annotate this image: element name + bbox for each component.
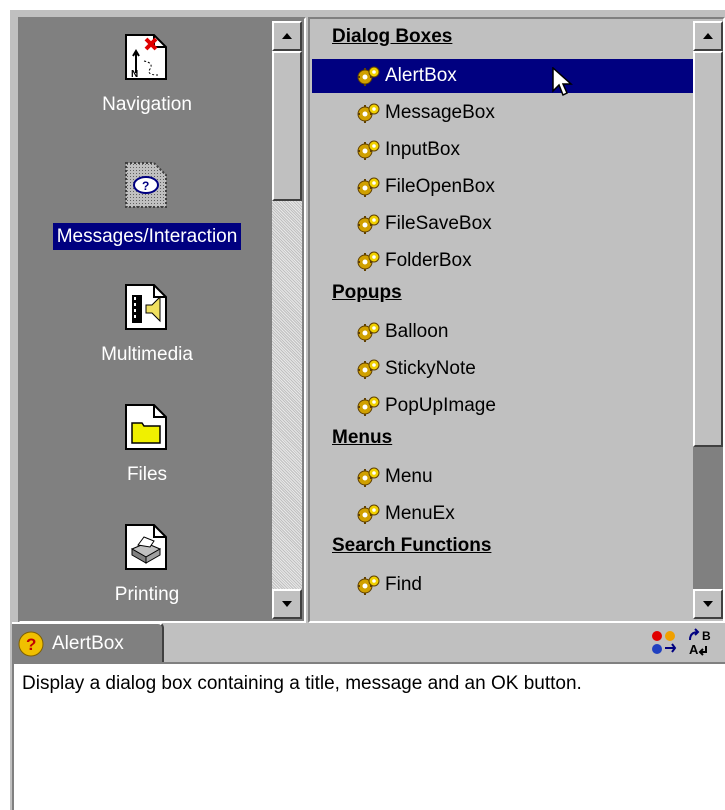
function-item-find[interactable]: Find xyxy=(312,568,695,602)
group-header: Popups xyxy=(332,282,402,303)
function-item-inputbox[interactable]: InputBox xyxy=(312,133,695,167)
function-pane: Dialog Boxes AlertBox MessageBox InputBox Fi… xyxy=(308,17,725,623)
function-item-label: StickyNote xyxy=(385,358,476,379)
navigation-icon: N xyxy=(125,34,167,80)
category-pane: N Navigation ? Messages/Interaction Mult… xyxy=(18,17,306,623)
category-scrollbar[interactable] xyxy=(272,21,302,619)
function-item-label: Balloon xyxy=(385,321,449,342)
svg-text:?: ? xyxy=(142,179,149,193)
insert-action-icon[interactable] xyxy=(648,626,680,658)
function-item-menu[interactable]: Menu xyxy=(312,460,695,494)
function-item-label: FolderBox xyxy=(385,250,472,271)
function-item-fileopenbox[interactable]: FileOpenBox xyxy=(312,170,695,204)
function-scrollbar[interactable] xyxy=(693,21,723,619)
gear-icon xyxy=(357,251,380,271)
svg-text:A: A xyxy=(689,642,699,657)
description-panel: Display a dialog box containing a title,… xyxy=(12,662,725,810)
function-item-label: MenuEx xyxy=(385,503,455,524)
group-header: Menus xyxy=(332,427,393,448)
action-browser-window: N Navigation ? Messages/Interaction Mult… xyxy=(10,10,725,810)
gear-icon xyxy=(357,103,380,123)
function-item-label: MessageBox xyxy=(385,102,495,123)
insert-text-icon[interactable]: B A xyxy=(686,626,718,658)
svg-text:B: B xyxy=(702,629,711,643)
scroll-track-pressed[interactable] xyxy=(693,447,723,589)
gear-icon xyxy=(357,66,380,86)
arrow-up-icon xyxy=(703,33,713,39)
svg-text:?: ? xyxy=(26,635,36,654)
scroll-thumb[interactable] xyxy=(693,51,723,447)
function-item-label: AlertBox xyxy=(385,65,457,86)
function-item-label: Find xyxy=(385,574,422,595)
category-label: Messages/Interaction xyxy=(52,223,242,250)
gear-icon xyxy=(357,214,380,234)
function-item-label: Menu xyxy=(385,466,433,487)
function-item-balloon[interactable]: Balloon xyxy=(312,315,695,349)
gear-icon xyxy=(357,359,380,379)
gear-icon xyxy=(357,467,380,487)
function-list: Dialog Boxes AlertBox MessageBox InputBox Fi… xyxy=(312,21,695,619)
function-item-menuex[interactable]: MenuEx xyxy=(312,497,695,531)
function-item-messagebox[interactable]: MessageBox xyxy=(312,96,695,130)
gear-icon xyxy=(357,504,380,524)
description-text: Display a dialog box containing a title,… xyxy=(22,673,582,694)
function-item-alertbox[interactable]: AlertBox xyxy=(312,59,695,97)
detail-tab-title: AlertBox xyxy=(52,633,124,654)
arrow-down-icon xyxy=(703,601,713,607)
arrow-down-icon xyxy=(282,601,292,607)
function-item-label: InputBox xyxy=(385,139,460,160)
function-item-filesavebox[interactable]: FileSaveBox xyxy=(312,207,695,241)
gear-icon xyxy=(357,140,380,160)
category-label: Files xyxy=(126,464,168,485)
function-item-label: PopUpImage xyxy=(385,395,496,416)
svg-text:N: N xyxy=(131,69,138,80)
help-icon: ? xyxy=(18,631,44,657)
mouse-cursor-icon xyxy=(552,67,573,97)
scroll-thumb[interactable] xyxy=(272,51,302,201)
function-item-label: FileOpenBox xyxy=(385,176,495,197)
group-header: Dialog Boxes xyxy=(332,26,453,47)
category-label: Printing xyxy=(114,584,180,605)
gear-icon xyxy=(357,575,380,595)
gear-icon xyxy=(357,177,380,197)
multimedia-icon xyxy=(125,284,167,330)
printing-icon xyxy=(125,524,167,570)
files-icon xyxy=(125,404,167,450)
gear-icon xyxy=(357,322,380,342)
category-list: N Navigation ? Messages/Interaction Mult… xyxy=(22,21,272,619)
arrow-up-icon xyxy=(282,33,292,39)
function-item-stickynote[interactable]: StickyNote xyxy=(312,352,695,386)
function-item-label: FileSaveBox xyxy=(385,213,492,234)
category-label: Multimedia xyxy=(101,344,193,365)
scroll-down-button[interactable] xyxy=(693,589,723,619)
function-item-popupimage[interactable]: PopUpImage xyxy=(312,389,695,423)
scroll-up-button[interactable] xyxy=(693,21,723,51)
messages-icon: ? xyxy=(125,162,167,208)
gear-icon xyxy=(357,396,380,416)
scroll-up-button[interactable] xyxy=(272,21,302,51)
category-label: Navigation xyxy=(102,94,192,115)
scroll-down-button[interactable] xyxy=(272,589,302,619)
detail-tab[interactable]: ? AlertBox xyxy=(12,622,164,662)
function-item-folderbox[interactable]: FolderBox xyxy=(312,244,695,278)
group-header: Search Functions xyxy=(332,535,492,556)
